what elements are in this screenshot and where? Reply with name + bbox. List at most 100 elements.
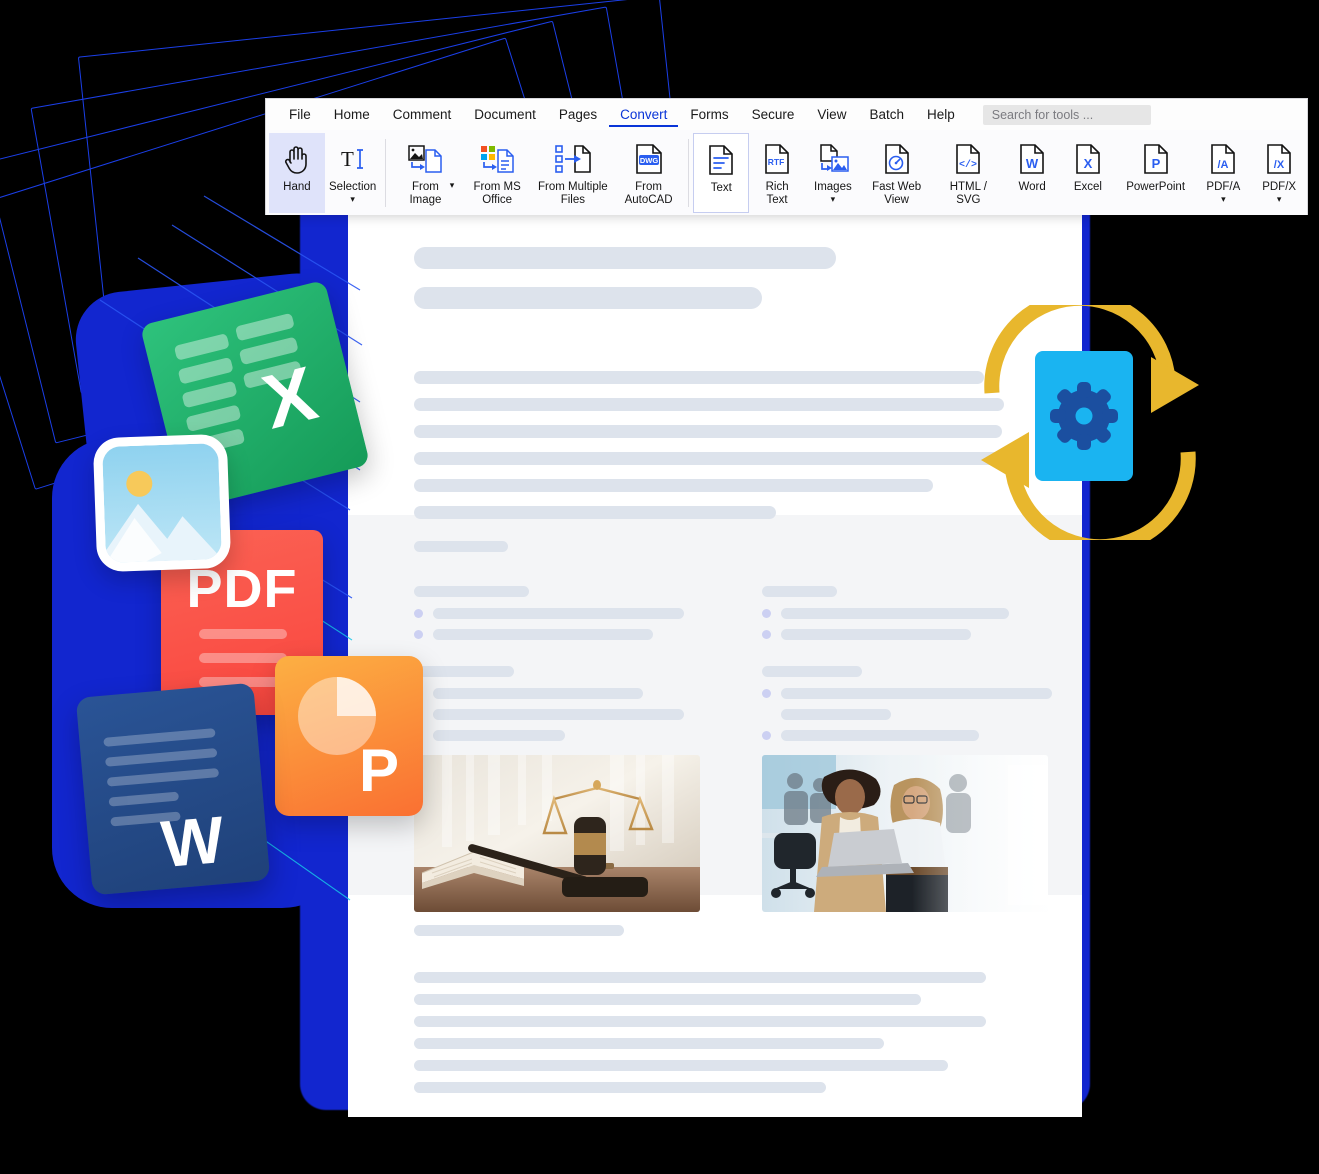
tool-powerpoint[interactable]: P PowerPoint (1116, 133, 1196, 194)
bullet-text (781, 629, 971, 640)
menu-item-document[interactable]: Document (463, 103, 547, 127)
svg-text:X: X (255, 351, 325, 446)
subtitle-placeholder (414, 586, 529, 597)
text-line (414, 994, 921, 1005)
document-bottom-section (348, 895, 1082, 1093)
svg-text:P: P (359, 737, 399, 804)
bullet-dot (414, 630, 423, 639)
menu-item-home[interactable]: Home (323, 103, 381, 127)
bullet-text (781, 709, 891, 720)
text-line (414, 506, 776, 519)
tool-from-ms-office[interactable]: From MS Office (461, 133, 533, 207)
image-file-card (92, 433, 232, 573)
tool-excel[interactable]: X Excel (1060, 133, 1116, 194)
powerpoint-file-card: P (275, 656, 423, 816)
text-line (414, 1082, 826, 1093)
bullet-dot (414, 609, 423, 618)
menu-item-batch[interactable]: Batch (858, 103, 915, 127)
tool-powerpoint-label: PowerPoint (1126, 181, 1186, 193)
text-line (414, 371, 984, 384)
from-ms-office-icon (479, 139, 515, 179)
footer-title-placeholder (414, 925, 624, 936)
menu-item-secure[interactable]: Secure (741, 103, 806, 127)
menu-item-pages[interactable]: Pages (548, 103, 608, 127)
tool-from-image[interactable]: From Image ▾ (390, 133, 462, 207)
text-line (414, 1016, 986, 1027)
chevron-down-icon[interactable]: ▾ (831, 195, 836, 204)
chevron-down-icon[interactable]: ▾ (1277, 195, 1282, 204)
application-ribbon: File Home Comment Document Pages Convert… (265, 98, 1308, 215)
tool-word[interactable]: W Word (1004, 133, 1060, 194)
word-file-icon: W (1019, 139, 1045, 179)
fast-web-view-icon (884, 139, 910, 179)
tool-hand[interactable]: Hand (269, 133, 325, 213)
tool-pdf-a-label: PDF/A (1206, 181, 1241, 193)
tool-from-image-label: From Image (409, 181, 442, 206)
tool-from-multiple-files-label: From Multiple Files (538, 181, 608, 206)
bullet-text (433, 688, 643, 699)
menu-item-forms[interactable]: Forms (679, 103, 739, 127)
svg-text:</>: </> (959, 159, 977, 171)
menu-bar: File Home Comment Document Pages Convert… (266, 99, 1307, 130)
bullet-dot (762, 731, 771, 740)
section-title-placeholder (414, 541, 508, 552)
bullet-item (414, 688, 684, 699)
bullet-item (414, 608, 684, 619)
text-line (414, 452, 1004, 465)
tool-hand-label: Hand (283, 181, 311, 193)
tool-from-multiple-files[interactable]: From Multiple Files (533, 133, 613, 207)
text-line (414, 1038, 884, 1049)
continuation-line (762, 709, 1052, 720)
text-line (414, 1060, 948, 1071)
convert-toolbar: Hand T Selection ▾ From Image ▾ From MS … (266, 130, 1307, 215)
svg-text:DWG: DWG (639, 156, 657, 165)
svg-text:W: W (1026, 156, 1039, 171)
document-grey-section (348, 515, 1082, 912)
menu-item-comment[interactable]: Comment (382, 103, 463, 127)
legal-gavel-photo (414, 755, 700, 912)
tool-html-svg[interactable]: </> HTML / SVG (932, 133, 1004, 207)
convert-loop-badge (955, 305, 1225, 540)
pdfa-file-icon: /A (1210, 139, 1236, 179)
text-select-icon: T (338, 139, 368, 179)
tool-selection[interactable]: T Selection ▾ (325, 133, 381, 204)
powerpoint-file-icon: P (1143, 139, 1169, 179)
tool-pdf-a[interactable]: /A PDF/A ▾ (1195, 133, 1251, 204)
chevron-down-icon[interactable]: ▾ (1221, 195, 1226, 204)
toolbar-divider (384, 139, 386, 207)
menu-item-help[interactable]: Help (916, 103, 966, 127)
tool-fast-web-view-label: Fast Web View (872, 181, 922, 206)
dwg-file-icon: DWG (634, 139, 664, 179)
search-input[interactable]: Search for tools ... (982, 104, 1151, 125)
tool-text-label: Text (710, 182, 732, 194)
menu-item-file[interactable]: File (278, 103, 322, 127)
tool-from-ms-office-label: From MS Office (473, 181, 521, 206)
tool-text[interactable]: Text (693, 133, 750, 213)
menu-item-convert[interactable]: Convert (609, 103, 679, 127)
office-team-photo (762, 755, 1048, 912)
bullet-item (762, 629, 1052, 640)
tool-pdf-x-label: PDF/X (1262, 181, 1297, 193)
menu-item-view[interactable]: View (806, 103, 857, 127)
bullet-item (414, 629, 684, 640)
bullet-text (781, 688, 1052, 699)
tool-rich-text[interactable]: RTF Rich Text (749, 133, 805, 207)
tool-pdf-x[interactable]: /X PDF/X ▾ (1251, 133, 1307, 204)
chevron-down-icon[interactable]: ▾ (450, 181, 455, 190)
chevron-down-icon[interactable]: ▾ (350, 195, 355, 204)
toolbar-divider (688, 139, 690, 207)
hand-icon (283, 139, 311, 179)
bullet-text (433, 629, 653, 640)
svg-text:P: P (1151, 156, 1160, 171)
heading-placeholder-1 (414, 247, 836, 269)
illustration-stage: X PDF P W File Home Comment Document Pag… (0, 0, 1319, 1174)
bullet-dot (762, 609, 771, 618)
subtitle-placeholder (762, 586, 837, 597)
tool-from-autocad[interactable]: DWG From AutoCAD (613, 133, 685, 207)
tool-fast-web-view[interactable]: Fast Web View (861, 133, 933, 207)
text-line (414, 398, 1004, 411)
svg-text:/X: /X (1274, 159, 1285, 171)
tool-images[interactable]: Images ▾ (805, 133, 861, 204)
from-image-icon (407, 139, 443, 179)
from-multiple-files-icon (554, 139, 592, 179)
